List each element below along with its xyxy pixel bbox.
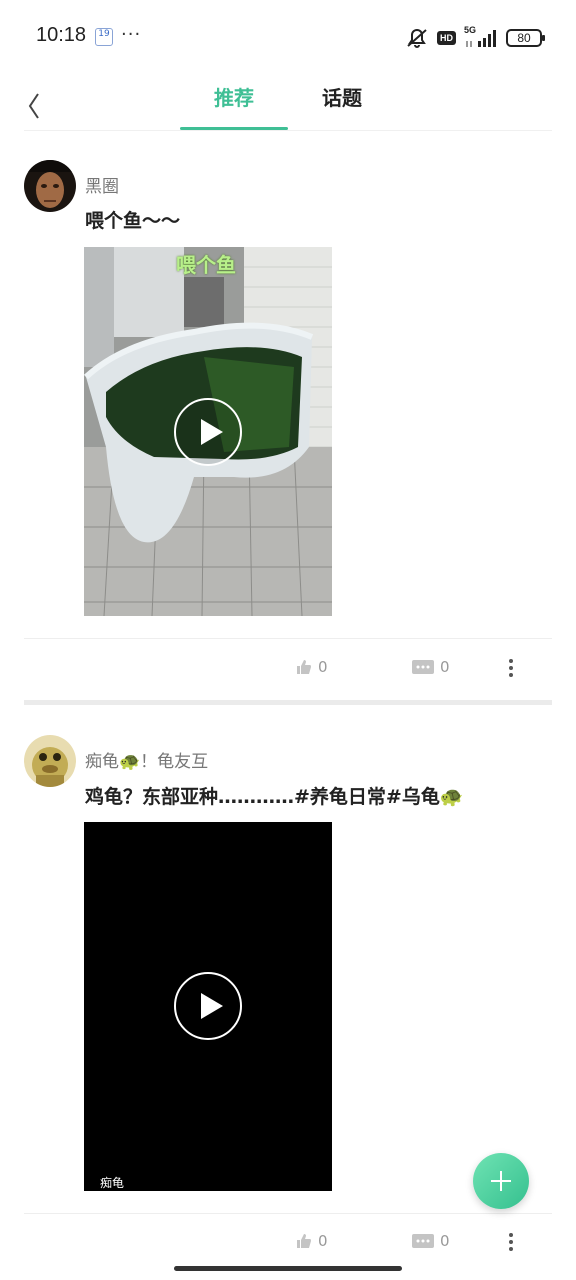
battery-icon: 80	[506, 29, 545, 47]
more-options-icon[interactable]	[500, 1230, 522, 1258]
comment-icon	[412, 1234, 434, 1248]
system-icons: HD 5G 80	[405, 25, 545, 50]
more-options-icon[interactable]	[500, 656, 522, 684]
comment-count: 0	[440, 1232, 450, 1250]
like-button[interactable]: 0	[296, 658, 328, 676]
section-divider	[24, 700, 552, 705]
post-title[interactable]: 喂个鱼～～	[85, 206, 180, 233]
play-button[interactable]	[174, 972, 242, 1040]
author-name[interactable]: 黑圈	[85, 172, 119, 197]
chevron-left-icon	[28, 93, 39, 119]
status-time: 10:18	[36, 24, 87, 46]
tab-recommend[interactable]: 推荐	[180, 82, 288, 111]
more-notifications-icon: ···	[121, 24, 142, 45]
home-indicator[interactable]	[174, 1266, 402, 1271]
post-actions: 0 0	[0, 650, 576, 690]
top-nav: 推荐 话题	[0, 72, 576, 132]
status-bar: 10:18 19 ··· HD 5G 80	[0, 0, 576, 72]
hd-badge: HD	[437, 31, 456, 45]
video-watermark: 痴龟	[100, 1176, 125, 1190]
signal-icon: 5G	[464, 25, 498, 49]
back-button[interactable]	[22, 88, 52, 122]
video-thumbnail[interactable]: 喂个鱼	[84, 247, 332, 616]
comment-icon	[412, 660, 434, 674]
thumbs-up-icon	[297, 660, 311, 674]
calendar-icon: 19	[95, 28, 113, 46]
nav-divider	[24, 130, 552, 131]
play-button[interactable]	[174, 398, 242, 466]
thumbs-up-icon	[297, 1234, 311, 1248]
mute-icon	[407, 28, 427, 48]
avatar[interactable]	[24, 160, 76, 212]
like-count: 0	[318, 1232, 328, 1250]
video-thumbnail[interactable]: 痴龟	[84, 822, 332, 1191]
like-button[interactable]: 0	[296, 1232, 328, 1250]
post-actions: 0 0	[0, 1224, 576, 1264]
action-divider	[24, 638, 552, 639]
comment-button[interactable]: 0	[412, 1232, 450, 1250]
comment-count: 0	[440, 658, 450, 676]
comment-button[interactable]: 0	[412, 658, 450, 676]
like-count: 0	[318, 658, 328, 676]
post-title[interactable]: 鸡龟？东部亚种…………#养龟日常#乌龟🐢	[85, 782, 464, 809]
author-name[interactable]: 痴龟🐢！龟友互	[85, 747, 208, 772]
avatar[interactable]	[24, 735, 76, 787]
tab-topics[interactable]: 话题	[300, 82, 384, 111]
action-divider	[24, 1213, 552, 1214]
create-post-button[interactable]	[473, 1153, 529, 1209]
video-caption: 喂个鱼	[176, 253, 236, 277]
